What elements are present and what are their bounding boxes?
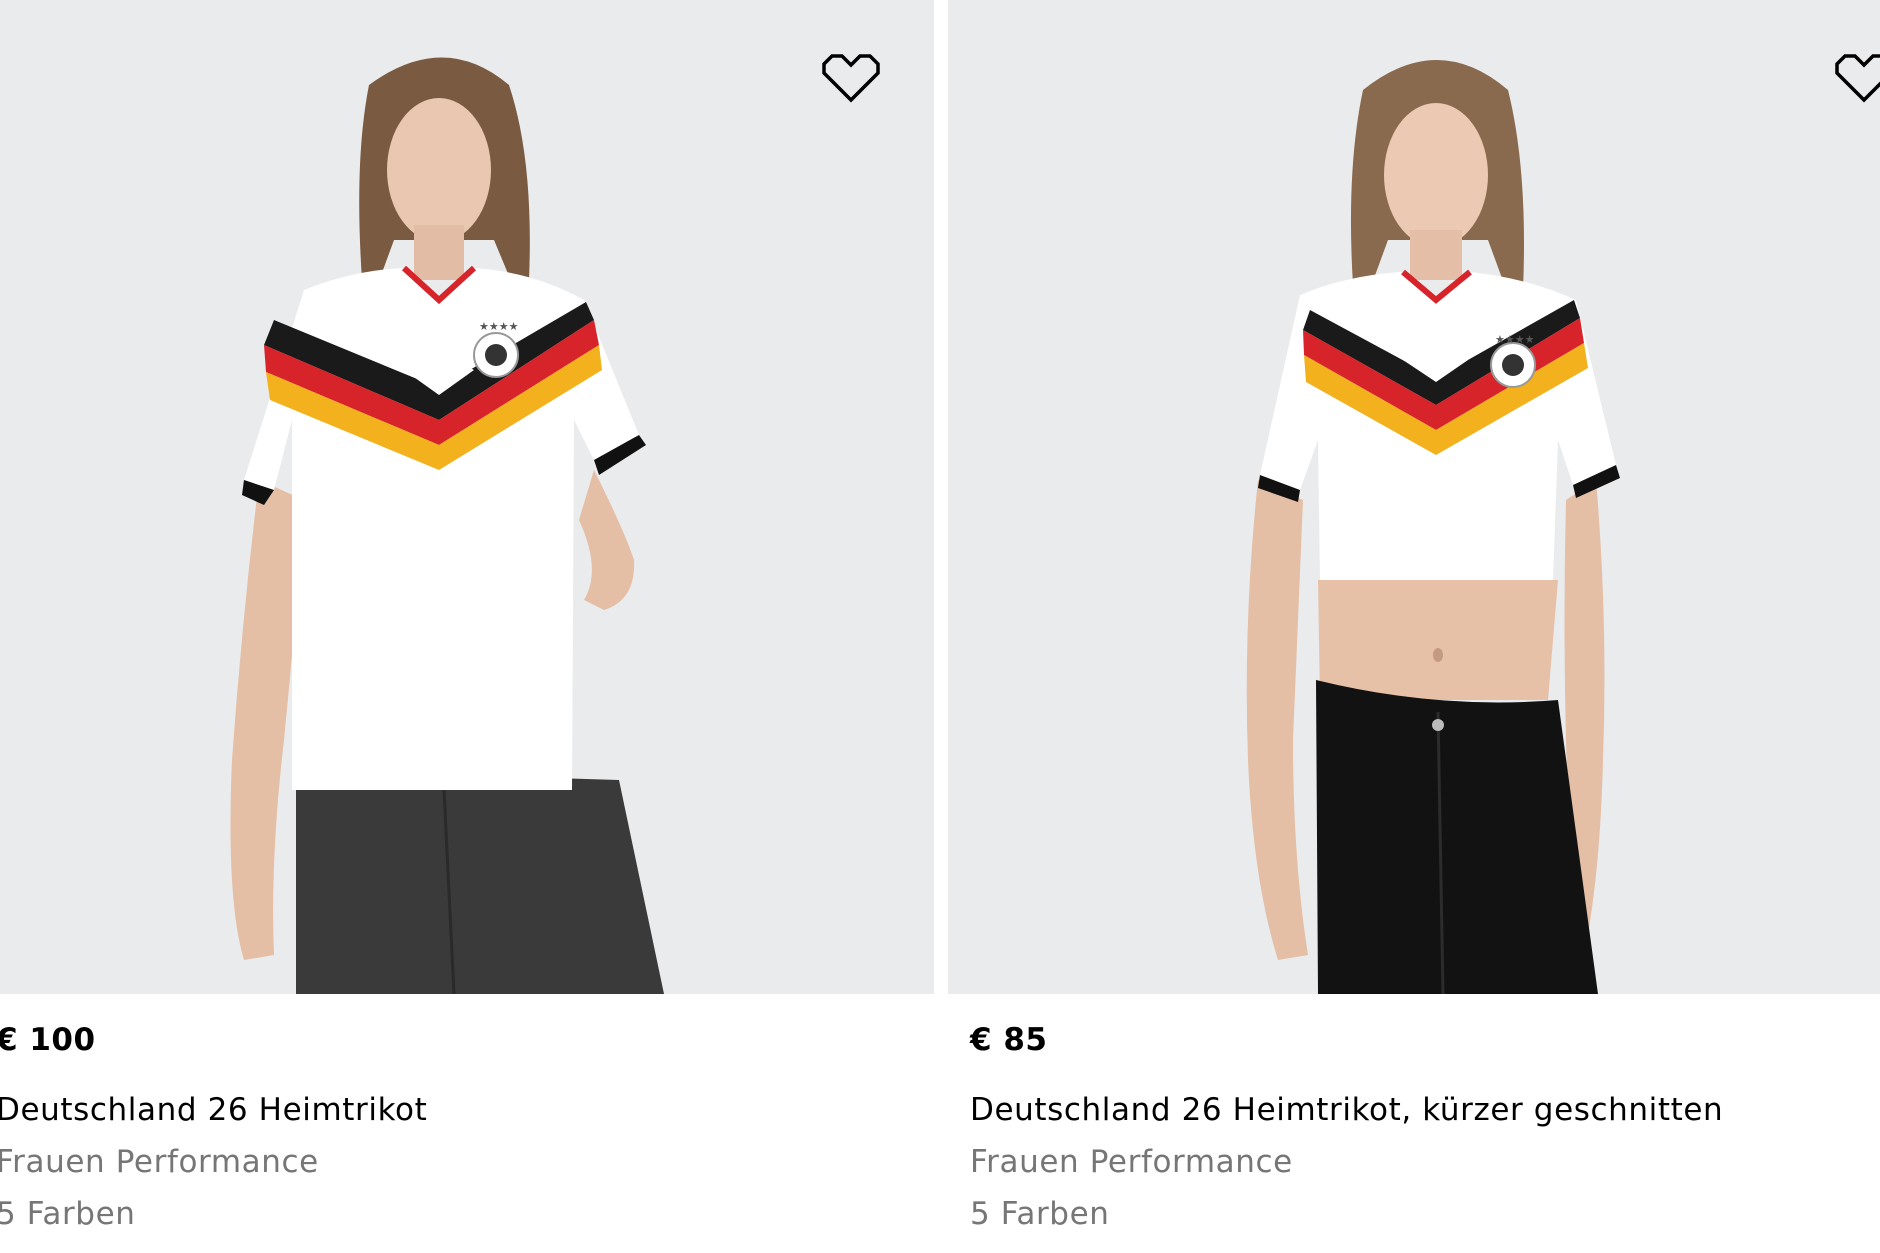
- product-card[interactable]: ★★★★ € 100 Deutschland 26 Heimtrikot Fra…: [0, 0, 934, 1253]
- product-category: Frauen Performance: [0, 1144, 319, 1180]
- product-image[interactable]: ★★★★: [948, 0, 1880, 994]
- product-image[interactable]: ★★★★: [0, 0, 934, 994]
- product-info: € 100 Deutschland 26 Heimtrikot Frauen P…: [0, 1020, 934, 1234]
- product-color-count[interactable]: 5 Farben: [970, 1194, 1880, 1234]
- wishlist-button[interactable]: [820, 52, 882, 104]
- product-title[interactable]: Deutschland 26 Heimtrikot, kürzer geschn…: [970, 1090, 1880, 1130]
- product-title[interactable]: Deutschland 26 Heimtrikot: [0, 1090, 934, 1130]
- svg-text:★★★★: ★★★★: [479, 320, 519, 333]
- product-image-area[interactable]: ★★★★: [0, 0, 934, 994]
- heart-outline-icon: [822, 54, 880, 103]
- product-price: € 85: [970, 1022, 1048, 1058]
- product-category: Frauen Performance: [970, 1144, 1293, 1180]
- product-grid: ★★★★ € 100 Deutschland 26 Heimtrikot Fra…: [0, 0, 1880, 1253]
- heart-outline-icon: [1835, 54, 1880, 103]
- product-info: € 85 Deutschland 26 Heimtrikot, kürzer g…: [970, 1020, 1880, 1234]
- product-color-count[interactable]: 5 Farben: [0, 1194, 934, 1234]
- product-image-area[interactable]: ★★★★: [948, 0, 1880, 994]
- wishlist-button[interactable]: [1833, 52, 1880, 104]
- product-card[interactable]: ★★★★ € 85 Deutschland 26 Heimtrikot, kür…: [948, 0, 1880, 1253]
- product-price: € 100: [0, 1022, 96, 1058]
- svg-text:★★★★: ★★★★: [1495, 333, 1535, 346]
